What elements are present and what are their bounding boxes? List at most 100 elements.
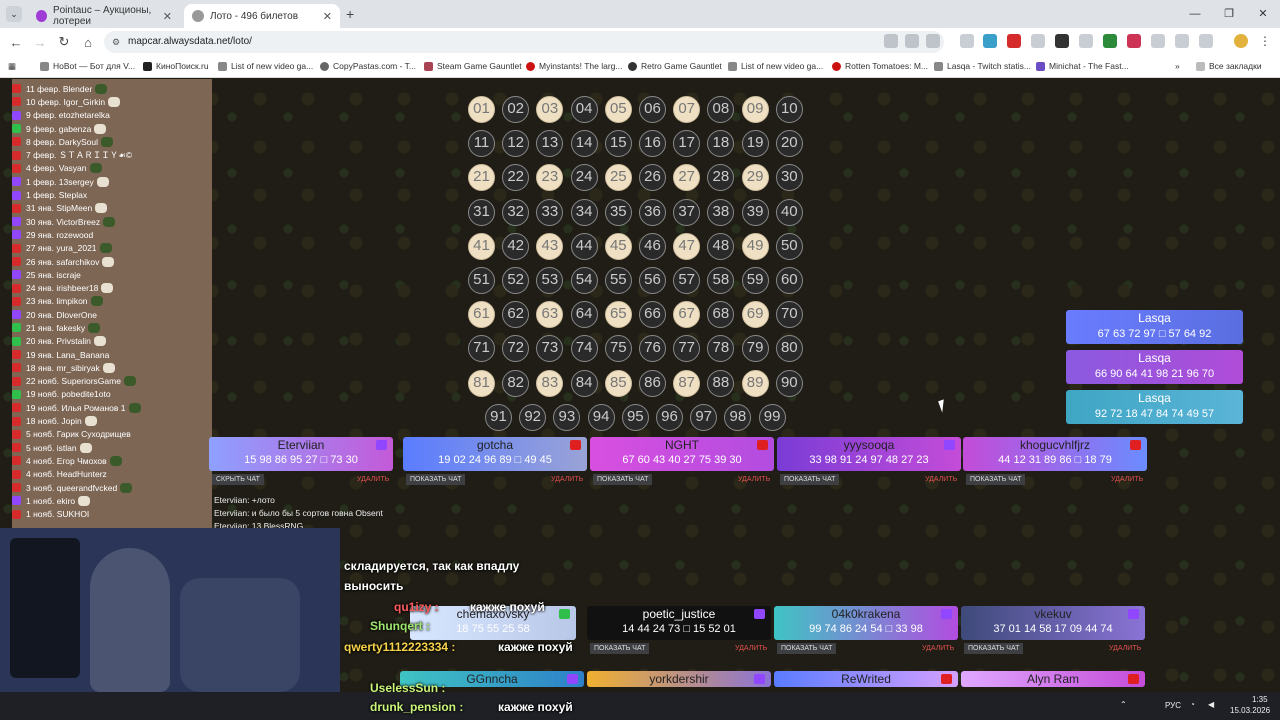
language-indicator[interactable]: РУС [1165,701,1181,710]
bookmark[interactable]: Retro Game Gauntlet [628,61,722,71]
loto-ball-75[interactable]: 75 [604,335,632,363]
player-card[interactable]: 04k0krakena 99 74 86 24 54 □ 33 98 [774,606,958,640]
toggle-chat-button[interactable]: ПОКАЗАТЬ ЧАТ [780,474,840,485]
loto-ball-91[interactable]: 91 [485,403,512,431]
loto-ball-83[interactable]: 83 [536,369,564,397]
player-card[interactable]: vkekuv 37 01 14 58 17 09 44 74 [961,606,1145,640]
extension-icon[interactable] [1127,34,1141,48]
loto-ball-46[interactable]: 46 [639,232,666,260]
tab-search-icon[interactable]: ⌄ [6,6,22,22]
delete-button[interactable]: УДАЛИТЬ [735,645,767,652]
bookmark[interactable]: Lasqa - Twitch statis... [934,61,1031,71]
all-bookmarks[interactable]: Все закладки [1196,61,1262,71]
loto-ball-39[interactable]: 39 [741,198,769,226]
loto-ball-10[interactable]: 10 [775,96,803,123]
loto-ball-41[interactable]: 41 [468,232,495,260]
loto-ball-54[interactable]: 54 [570,267,598,294]
toggle-chat-button[interactable]: ПОКАЗАТЬ ЧАТ [777,643,837,654]
loto-ball-65[interactable]: 65 [604,301,632,329]
loto-ball-50[interactable]: 50 [775,232,803,260]
bookmark[interactable]: Myinstants! The larg... [526,61,622,71]
delete-button[interactable]: УДАЛИТЬ [357,476,389,483]
bookmark[interactable]: List of new video ga... [728,61,823,71]
delete-button[interactable]: УДАЛИТЬ [551,476,583,483]
clock-date[interactable]: 15.03.2026 [1230,706,1270,715]
loto-ball-84[interactable]: 84 [570,369,598,397]
clock-time[interactable]: 1:35 [1252,695,1268,704]
loto-ball-7[interactable]: 07 [673,96,701,123]
loto-ball-99[interactable]: 99 [758,403,786,431]
bookmark[interactable]: List of new video ga... [218,61,313,71]
extension-icon[interactable] [960,34,974,48]
lasqa-card[interactable]: Lasqa 92 72 18 47 84 74 49 57 [1066,390,1243,424]
extension-icon[interactable] [1031,34,1045,48]
player-card[interactable]: yorkdershir [587,671,771,687]
profile-avatar[interactable] [1234,34,1248,48]
loto-ball-45[interactable]: 45 [604,232,632,260]
loto-ball-79[interactable]: 79 [741,335,769,363]
loto-ball-11[interactable]: 11 [468,130,495,158]
delete-button[interactable]: УДАЛИТЬ [738,476,770,483]
bookmark[interactable]: CopyPastas.com - T... [320,61,416,71]
bookmark[interactable]: Rotten Tomatoes: M... [832,61,928,71]
chevron-right-icon[interactable]: » [1175,61,1180,71]
loto-ball-69[interactable]: 69 [741,301,769,329]
extension-icon[interactable] [1007,34,1021,48]
loto-ball-1[interactable]: 01 [468,96,495,123]
loto-ball-81[interactable]: 81 [468,369,495,397]
loto-ball-30[interactable]: 30 [775,164,803,192]
loto-ball-93[interactable]: 93 [553,403,581,431]
loto-ball-32[interactable]: 32 [502,198,530,226]
toggle-chat-button[interactable]: ПОКАЗАТЬ ЧАТ [964,643,1024,654]
loto-ball-87[interactable]: 87 [673,369,701,397]
extension-icon[interactable] [1175,34,1189,48]
delete-button[interactable]: УДАЛИТЬ [922,645,954,652]
delete-button[interactable]: УДАЛИТЬ [1111,476,1143,483]
extension-icon[interactable] [1079,34,1093,48]
menu-icon[interactable]: ⋮ [1258,34,1272,48]
loto-ball-88[interactable]: 88 [707,369,735,397]
loto-ball-82[interactable]: 82 [502,369,530,397]
loto-ball-4[interactable]: 04 [570,96,598,123]
bookmark[interactable]: Minichat - The Fast... [1036,61,1129,71]
translate-icon[interactable] [884,34,898,48]
tab-pointauc[interactable]: Pointauc – Аукционы, лотереи ✕ [28,4,180,28]
extension-icon[interactable] [1151,34,1165,48]
player-card[interactable]: NGHT 67 60 43 40 27 75 39 30 [590,437,774,471]
new-tab-button[interactable]: + [346,6,354,22]
loto-ball-6[interactable]: 06 [639,96,666,123]
loto-ball-51[interactable]: 51 [468,267,495,294]
loto-ball-37[interactable]: 37 [673,198,701,226]
loto-ball-34[interactable]: 34 [570,198,598,226]
loto-ball-25[interactable]: 25 [604,164,632,192]
extension-icon[interactable] [983,34,997,48]
loto-ball-33[interactable]: 33 [536,198,564,226]
wifi-icon[interactable]: ◔ [1190,700,1195,709]
player-card[interactable]: ReWrited [774,671,958,687]
loto-ball-86[interactable]: 86 [639,369,666,397]
loto-ball-92[interactable]: 92 [519,403,547,431]
loto-ball-74[interactable]: 74 [570,335,598,363]
star-icon[interactable] [926,34,940,48]
close-icon[interactable]: ✕ [163,10,172,23]
loto-ball-64[interactable]: 64 [570,301,598,329]
delete-button[interactable]: УДАЛИТЬ [925,476,957,483]
toggle-chat-button[interactable]: СКРЫТЬ ЧАТ [212,474,264,485]
loto-ball-24[interactable]: 24 [570,164,598,192]
player-card[interactable]: khogucvhlfjrz 44 12 31 89 86 □ 18 79 [963,437,1147,471]
loto-ball-36[interactable]: 36 [639,198,666,226]
loto-ball-20[interactable]: 20 [775,130,803,158]
lasqa-card[interactable]: Lasqa 66 90 64 41 98 21 96 70 [1066,350,1243,384]
site-info-icon[interactable]: ⚙ [112,31,120,53]
loto-ball-29[interactable]: 29 [741,164,769,192]
home-icon[interactable]: ⌂ [76,35,100,50]
loto-ball-16[interactable]: 16 [639,130,666,158]
tab-loto[interactable]: Лото - 496 билетов ✕ [184,4,340,28]
loto-ball-59[interactable]: 59 [741,267,769,294]
toggle-chat-button[interactable]: ПОКАЗАТЬ ЧАТ [406,474,466,485]
player-card[interactable]: Eterviian 15 98 86 95 27 □ 73 30 [209,437,393,471]
toggle-chat-button[interactable]: ПОКАЗАТЬ ЧАТ [590,643,650,654]
volume-icon[interactable]: ◀ [1208,700,1214,709]
bookmark[interactable]: Steam Game Gauntlet [424,61,522,71]
loto-ball-31[interactable]: 31 [468,198,495,226]
